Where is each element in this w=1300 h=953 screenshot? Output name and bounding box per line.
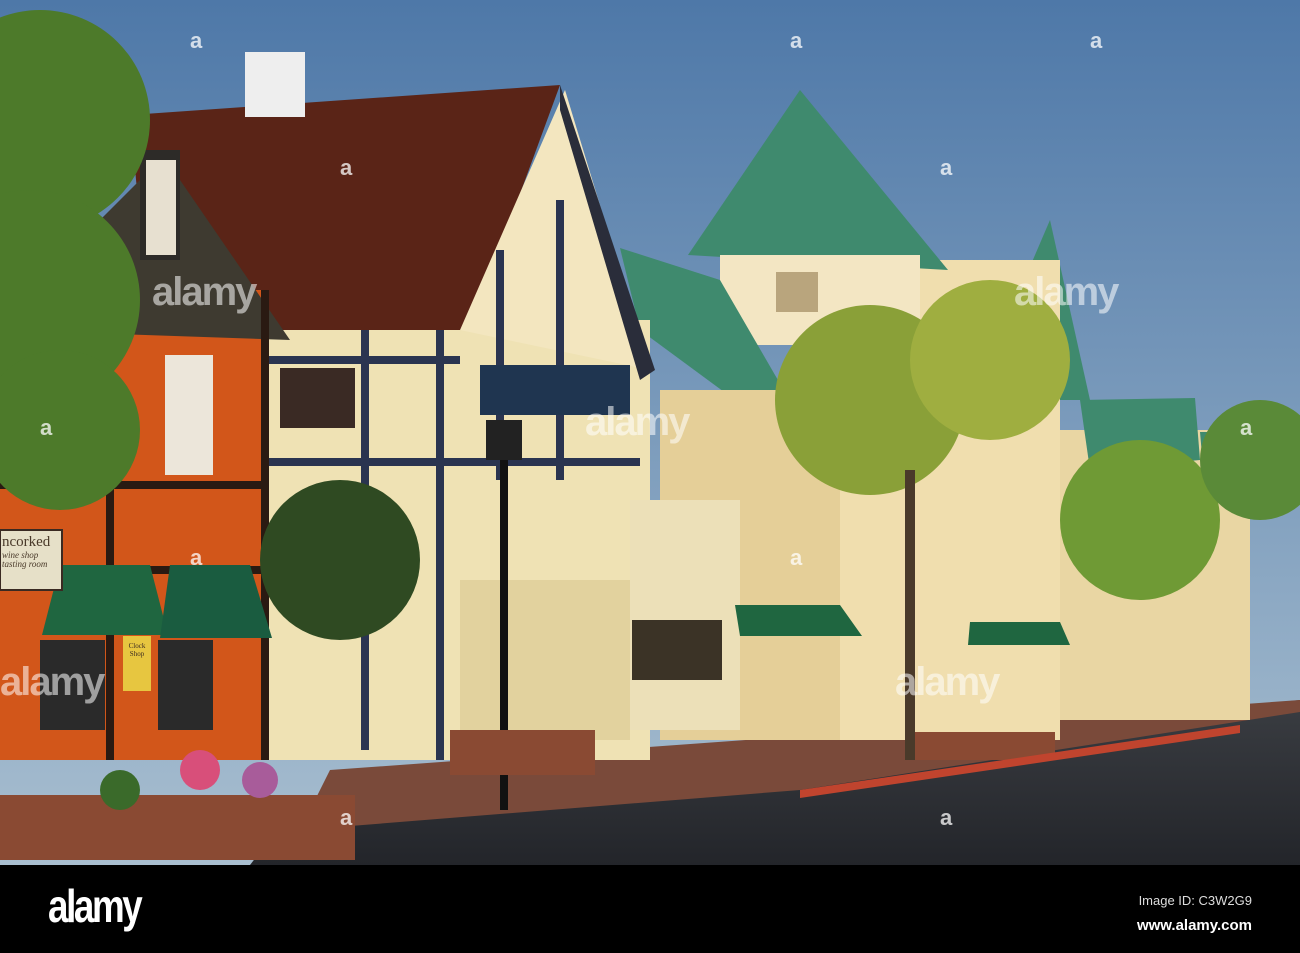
watermark: alamy [0,660,105,704]
image-id: Image ID: C3W2G9 [1138,893,1252,908]
watermark: alamy [895,660,1000,704]
photo-frame: ncorked wine shop tasting room Clock Sho… [0,0,1300,953]
watermark-letter: a [340,805,353,830]
watermark-letter: a [1090,28,1103,53]
watermark-letter: a [1240,415,1253,440]
footer-bar: alamy Image ID: C3W2G9 www.alamy.com [0,865,1300,953]
watermark-letter: a [790,545,803,570]
watermark-letter: a [40,415,53,440]
watermark-letter: a [790,28,803,53]
watermark: alamy [1014,270,1119,314]
watermark-letter: a [340,155,353,180]
wine-shop-name: ncorked [2,534,51,550]
website-link[interactable]: www.alamy.com [1137,917,1252,934]
alamy-logo: alamy [48,880,143,932]
watermark: alamy [585,400,690,444]
watermark-letter: a [190,545,203,570]
watermark: alamy [152,270,257,314]
watermark-letter: a [940,155,953,180]
watermark-letter: a [190,28,203,53]
watermark-letter: a [940,805,953,830]
wine-shop-line2: tasting room [2,559,48,570]
clock-shop-label: Clock Shop [128,642,146,658]
